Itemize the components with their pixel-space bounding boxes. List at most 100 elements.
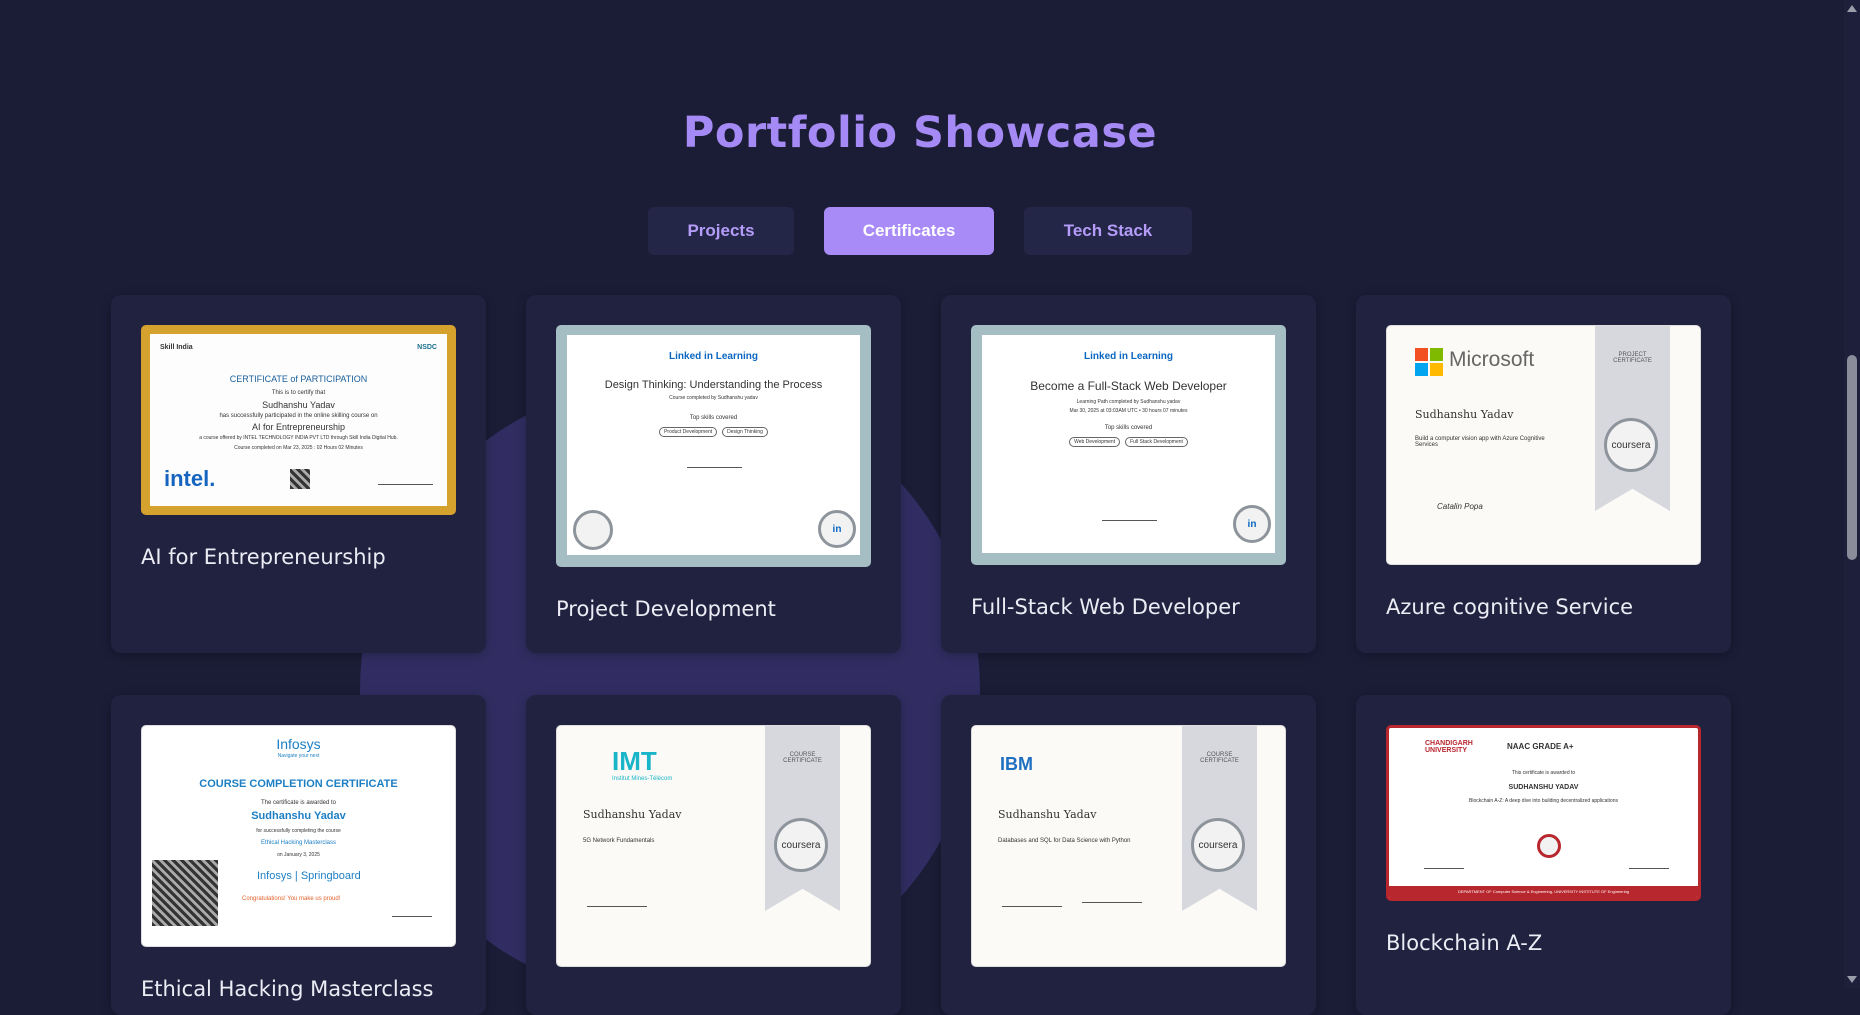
microsoft-logo-icon	[1415, 348, 1443, 376]
certificate-image: Linked in Learning Design Thinking: Unde…	[556, 325, 871, 567]
linkedin-seal-icon: in	[818, 510, 856, 548]
ibm-logo-icon: IBM	[1000, 754, 1033, 774]
certificate-card[interactable]: CHANDIGARH UNIVERSITY NAAC GRADE A+ This…	[1356, 695, 1731, 1015]
cert-partner-logo: NSDC	[417, 344, 437, 351]
coursera-seal-icon: coursera	[1604, 418, 1658, 472]
certificate-image: Infosys Navigate your next COURSE COMPLE…	[141, 725, 456, 947]
signature	[1082, 902, 1142, 903]
certificate-card[interactable]: Linked in Learning Become a Full-Stack W…	[941, 295, 1316, 653]
certificate-card[interactable]: Microsoft PROJECT CERTIFICATE coursera S…	[1356, 295, 1731, 653]
skill-pill: Full Stack Development	[1125, 437, 1188, 447]
brand-name: Microsoft	[1449, 348, 1535, 371]
ribbon-label: PROJECT CERTIFICATE	[1613, 352, 1652, 364]
naac-badge: NAAC GRADE A+	[1507, 742, 1574, 751]
scrollbar[interactable]	[1844, 0, 1860, 988]
cert-text: This is to certify that	[271, 390, 326, 396]
cert-text: Mar 30, 2025 at 03:03AM UTC • 30 hours 0…	[1069, 408, 1188, 414]
springboard-logo-icon: Infosys | Springboard	[257, 870, 361, 882]
linkedin-learning-logo: Linked in Learning	[669, 351, 758, 362]
cert-course: Blockchain A-Z: A deep dive into buildin…	[1469, 798, 1618, 804]
university-logo-icon: CHANDIGARH UNIVERSITY	[1425, 740, 1473, 754]
certificate-image: CHANDIGARH UNIVERSITY NAAC GRADE A+ This…	[1386, 725, 1701, 901]
cert-course: Build a computer vision app with Azure C…	[1415, 436, 1545, 448]
cert-course: Design Thinking: Understanding the Proce…	[604, 379, 823, 391]
certificate-card[interactable]: IMT Institut Mines-Télécom COURSE CERTIF…	[526, 695, 901, 1015]
university-seal-icon	[1537, 834, 1561, 858]
certificate-image: IBM COURSE CERTIFICATE coursera Sudhansh…	[971, 725, 1286, 967]
signature	[587, 906, 647, 907]
certificate-image: Microsoft PROJECT CERTIFICATE coursera S…	[1386, 325, 1701, 565]
certificate-image: Linked in Learning Become a Full-Stack W…	[971, 325, 1286, 565]
signature	[687, 467, 742, 468]
cert-congrats: Congratulations! You make us proud!	[242, 896, 341, 902]
cert-tagline: Navigate your next	[277, 753, 320, 759]
cert-recipient: Sudhanshu Yadav	[1415, 408, 1514, 421]
signature: Catalin Popa	[1437, 502, 1483, 511]
card-title: Azure cognitive Service	[1386, 595, 1634, 619]
brand-name: Institut Mines-Télécom	[612, 776, 673, 782]
certificate-card[interactable]: IBM COURSE CERTIFICATE coursera Sudhansh…	[941, 695, 1316, 1015]
cert-text: This certificate is awarded to	[1511, 770, 1576, 776]
certificate-card[interactable]: Skill India NSDC CERTIFICATE of PARTICIP…	[111, 295, 486, 653]
cert-text: Course completed by Sudhanshu yadav	[669, 395, 758, 401]
cert-recipient: Sudhanshu Yadav	[583, 808, 682, 821]
card-title: Project Development	[556, 597, 776, 621]
signature	[392, 916, 432, 917]
cert-course: Become a Full-Stack Web Developer	[1030, 379, 1227, 393]
signature	[1424, 868, 1464, 869]
linkedin-seal-icon: in	[1233, 505, 1271, 543]
page-title: Portfolio Showcase	[682, 108, 1158, 158]
cert-recipient: Sudhanshu Yadav	[998, 808, 1097, 821]
cert-text: Course completed on Mar 23, 2025 : 02 Ho…	[234, 445, 363, 451]
skill-pill: Design Thinking	[722, 427, 768, 437]
cert-course: 5G Network Fundamentals	[583, 838, 655, 844]
card-title: Full-Stack Web Developer	[971, 595, 1240, 619]
cert-text: on January 3, 2025	[277, 852, 320, 858]
signature	[1102, 520, 1157, 521]
tab-projects[interactable]: Projects	[648, 207, 794, 255]
card-title: Ethical Hacking Masterclass	[141, 977, 434, 1001]
tab-certificates[interactable]: Certificates	[824, 207, 994, 255]
cert-text: has successfully participated in the onl…	[219, 413, 378, 419]
cert-course: AI for Entrepreneurship	[251, 422, 346, 432]
badge-icon	[573, 510, 613, 550]
scroll-down-arrow-icon[interactable]	[1847, 976, 1857, 983]
cert-heading: COURSE COMPLETION CERTIFICATE	[199, 778, 398, 790]
signature	[378, 484, 433, 485]
cert-recipient: SUDHANSHU YADAV	[1508, 784, 1579, 791]
cert-footer: DEPARTMENT OF Computer Science & Enginee…	[1389, 886, 1698, 898]
cert-text: Top skills covered	[1104, 425, 1153, 431]
signature	[1002, 906, 1062, 907]
cert-text: The certificate is awarded to	[260, 800, 337, 806]
card-title: Blockchain A-Z	[1386, 931, 1543, 955]
scrollbar-thumb[interactable]	[1847, 355, 1857, 560]
ribbon-label: COURSE CERTIFICATE	[1200, 752, 1239, 764]
certificate-card[interactable]: Infosys Navigate your next COURSE COMPLE…	[111, 695, 486, 1015]
qr-code-icon	[152, 860, 218, 926]
tab-tech-stack[interactable]: Tech Stack	[1024, 207, 1192, 255]
tab-bar: Projects Certificates Tech Stack	[648, 207, 1192, 255]
card-title: AI for Entrepreneurship	[141, 545, 386, 569]
intel-logo-icon: intel.	[164, 466, 216, 491]
coursera-seal-icon: coursera	[774, 818, 828, 872]
cert-text: Learning Path completed by Sudhanshu yad…	[1076, 399, 1181, 405]
skill-pill: Product Development	[659, 427, 718, 437]
cert-course: Ethical Hacking Masterclass	[260, 840, 337, 846]
linkedin-learning-logo: Linked in Learning	[1084, 351, 1173, 362]
ribbon-label: COURSE CERTIFICATE	[783, 752, 822, 764]
cert-course: Databases and SQL for Data Science with …	[998, 838, 1131, 844]
cert-recipient: Sudhanshu Yadav	[251, 810, 346, 822]
infosys-logo-icon: Infosys	[276, 736, 321, 752]
certificate-image: Skill India NSDC CERTIFICATE of PARTICIP…	[141, 325, 456, 515]
cert-text: a course offered by INTEL TECHNOLOGY IND…	[199, 435, 398, 441]
certificate-card[interactable]: Linked in Learning Design Thinking: Unde…	[526, 295, 901, 653]
cert-recipient: Sudhanshu Yadav	[262, 400, 335, 410]
qr-code-icon	[290, 469, 310, 489]
certificate-image: IMT Institut Mines-Télécom COURSE CERTIF…	[556, 725, 871, 967]
skill-pill: Web Development	[1069, 437, 1121, 447]
cert-text: Top skills covered	[689, 415, 738, 421]
scroll-up-arrow-icon[interactable]	[1847, 5, 1857, 12]
signature	[1629, 868, 1669, 869]
cert-text: for successfully completing the course	[256, 828, 341, 834]
cert-issuer-logo: Skill India	[160, 344, 193, 351]
